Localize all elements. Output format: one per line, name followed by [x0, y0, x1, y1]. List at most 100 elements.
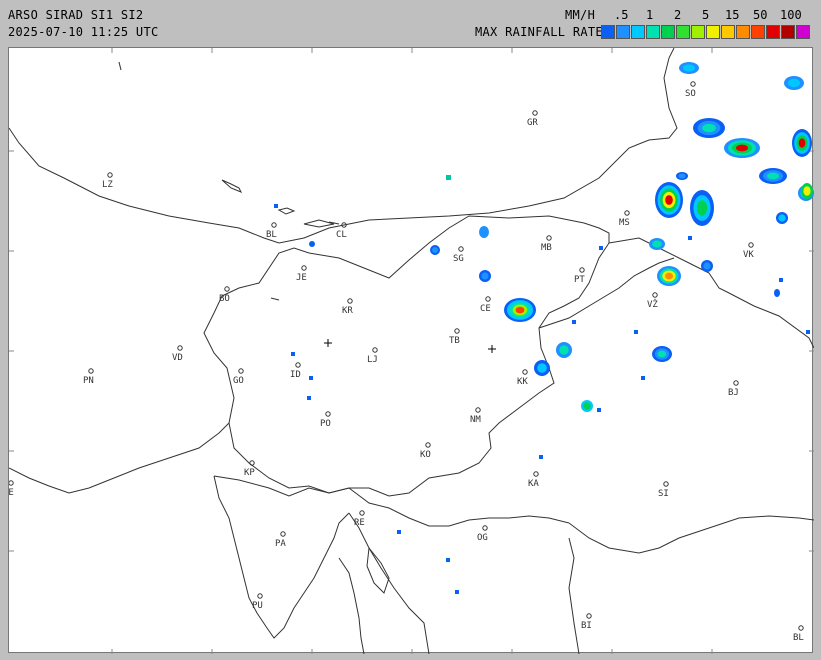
rain-cell — [683, 64, 695, 72]
city-marker: VD — [172, 345, 183, 363]
city-dot — [663, 481, 669, 487]
rain-cell — [481, 272, 489, 280]
city-dot — [257, 593, 263, 599]
city-label: KP — [244, 468, 255, 478]
map-canvas: GR SO LZ BL CL MS MB SG JE BO KR PT VK CE VŽ TB VD LJ PN GO… — [3, 47, 815, 655]
city-dot — [475, 407, 481, 413]
city-marker: PO — [320, 411, 331, 429]
city-marker: KA — [528, 471, 539, 489]
radar-sites — [324, 339, 496, 353]
city-label: VK — [743, 250, 754, 260]
rain-cell — [678, 173, 686, 179]
city-label: VŽ — [647, 298, 658, 310]
color-legend — [601, 25, 813, 39]
city-label: PO — [320, 419, 331, 429]
city-label: MB — [541, 243, 552, 253]
city-marker: CE — [480, 296, 491, 314]
rain-cell — [665, 272, 673, 280]
city-marker: NM — [470, 407, 481, 425]
rain-cell — [559, 345, 569, 355]
city-marker: KK — [517, 369, 528, 387]
rain-cell — [657, 350, 667, 358]
city-marker: BO — [219, 286, 230, 304]
rain-pixel — [688, 236, 692, 240]
radar-map: GR SO LZ BL CL MS MB SG JE BO KR PT VK CE VŽ TB VD LJ PN GO… — [3, 47, 815, 655]
rain-pixel — [634, 330, 638, 334]
rain-cell — [778, 214, 786, 222]
city-label: CL — [336, 230, 347, 240]
city-marker: TB — [449, 328, 460, 346]
rain-pixel — [397, 530, 401, 534]
city-marker: BI — [581, 613, 592, 631]
rain-pixel — [446, 175, 451, 180]
legend-tick: 50 — [753, 8, 768, 22]
city-label: BL — [266, 230, 277, 240]
legend-swatch — [676, 25, 690, 39]
rain-echoes — [274, 62, 814, 594]
city-label: SO — [685, 89, 696, 99]
city-marker: LJ — [367, 347, 378, 365]
city-label: KA — [528, 479, 539, 489]
city-marker: PT — [574, 267, 585, 285]
city-marker: KR — [342, 298, 353, 316]
city-marker: OG — [477, 525, 488, 543]
city-dot — [347, 298, 353, 304]
city-marker: CL — [336, 222, 347, 240]
city-dot — [8, 480, 14, 486]
city-marker: VK — [743, 242, 754, 260]
legend-tick: 1 — [646, 8, 654, 22]
city-marker: GR — [527, 110, 538, 128]
radar-site-marker — [324, 339, 332, 347]
city-marker: BE — [3, 480, 14, 498]
city-dot — [482, 525, 488, 531]
city-label: ID — [290, 370, 301, 380]
rain-pixel — [446, 558, 450, 562]
island-cres — [338, 557, 365, 655]
city-dot — [88, 368, 94, 374]
city-dot — [280, 531, 286, 537]
legend-swatch — [631, 25, 645, 39]
istria-border — [213, 475, 570, 527]
city-marker: ID — [290, 362, 301, 380]
city-dot — [249, 460, 255, 466]
bosnia-border-2 — [568, 537, 580, 655]
rain-pixel — [641, 376, 645, 380]
legend-tick: .5 — [614, 8, 629, 22]
legend-swatch — [796, 25, 810, 39]
legend-swatch — [661, 25, 675, 39]
city-dot — [224, 286, 230, 292]
city-label: CE — [480, 304, 491, 314]
rain-cell — [703, 262, 711, 270]
rain-cell — [803, 186, 811, 196]
city-label: SI — [658, 489, 669, 499]
rain-cell — [515, 306, 525, 314]
radar-window: ARSO SIRAD SI1 SI2 2025-07-10 11:25 UTC … — [0, 0, 821, 660]
legend-tick: 2 — [674, 8, 682, 22]
city-dot — [733, 380, 739, 386]
city-label: NM — [470, 415, 481, 425]
legend-swatch — [781, 25, 795, 39]
rain-cell — [432, 247, 438, 253]
city-label: BJ — [728, 388, 739, 398]
city-marker: BJ — [728, 380, 739, 398]
legend-swatch — [721, 25, 735, 39]
city-marker: RE — [354, 510, 365, 528]
city-label: LZ — [102, 180, 113, 190]
legend-swatch — [706, 25, 720, 39]
city-markers: GR SO LZ BL CL MS MB SG JE BO KR PT VK CE VŽ TB VD LJ PN GO… — [3, 81, 804, 643]
city-marker: BL — [266, 222, 277, 240]
city-dot — [798, 625, 804, 631]
city-marker: MB — [541, 235, 552, 253]
rain-pixel — [455, 590, 459, 594]
city-dot — [425, 442, 431, 448]
rain-pixel — [274, 204, 278, 208]
rain-cell — [788, 78, 800, 88]
city-label: PN — [83, 376, 94, 386]
city-marker: KP — [244, 460, 255, 478]
kvarner-coast — [348, 512, 430, 655]
city-label: GR — [527, 118, 538, 128]
city-marker: SO — [685, 81, 696, 99]
legend-swatch — [646, 25, 660, 39]
legend-swatch — [751, 25, 765, 39]
rain-cell — [583, 402, 591, 410]
